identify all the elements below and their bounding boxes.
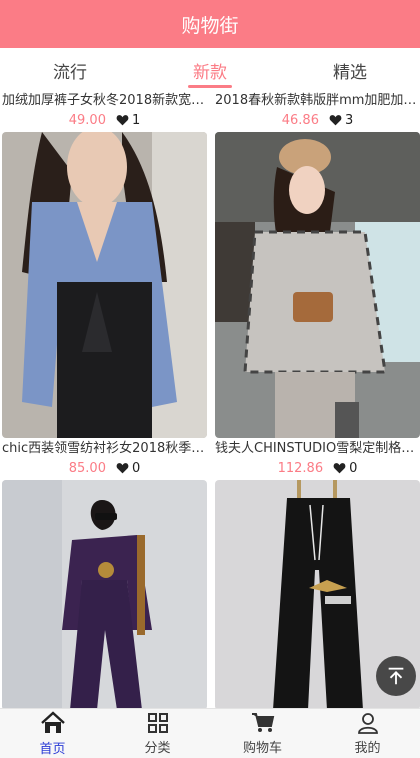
product-card[interactable]: 钱夫人CHINSTUDIO雪梨定制格纹西装套装 112.86 0 <box>215 440 420 478</box>
nav-home[interactable]: 首页 <box>0 709 105 758</box>
product-card[interactable]: 加绒加厚裤子女秋冬2018新款宽松显瘦 49.00 1 <box>2 92 207 130</box>
product-column-left: 加绒加厚裤子女秋冬2018新款宽松显瘦 49.00 1 <box>2 92 207 438</box>
like-count: 1 <box>131 112 141 128</box>
page-title: 购物街 <box>181 14 239 37</box>
like-count: 0 <box>349 460 358 476</box>
product-price: 85.00 <box>68 460 106 476</box>
product-card[interactable]: chic西装领雪纺衬衫女2018秋季新款 85.00 0 <box>2 440 207 478</box>
nav-cart[interactable]: 购物车 <box>210 709 315 758</box>
heart-icon <box>333 463 346 474</box>
tab-label: 新款 <box>193 62 227 83</box>
tab-popular[interactable]: 流行 <box>0 48 140 92</box>
heart-icon <box>116 463 129 474</box>
product-title: 钱夫人CHINSTUDIO雪梨定制格纹西装套装 <box>215 441 420 456</box>
tab-label: 流行 <box>53 62 87 83</box>
home-icon <box>40 710 65 733</box>
product-image[interactable] <box>215 132 420 438</box>
product-column-left-2: chic西装领雪纺衬衫女2018秋季新款 85.00 0 <box>2 440 207 708</box>
product-price: 112.86 <box>277 460 324 476</box>
product-image[interactable] <box>2 132 207 438</box>
nav-profile[interactable]: 我的 <box>315 709 420 758</box>
product-title: 加绒加厚裤子女秋冬2018新款宽松显瘦 <box>2 93 207 108</box>
tab-new[interactable]: 新款 <box>140 48 280 92</box>
product-column-right: 2018春秋新款韩版胖mm加肥加大码 46.86 3 <box>215 92 420 438</box>
product-card[interactable]: 2018春秋新款韩版胖mm加肥加大码 46.86 3 <box>215 92 420 130</box>
heart-icon <box>116 115 129 126</box>
category-icon <box>147 712 168 733</box>
product-title: 2018春秋新款韩版胖mm加肥加大码 <box>215 93 420 108</box>
nav-label: 首页 <box>39 741 66 757</box>
product-price: 49.00 <box>68 112 106 128</box>
cart-icon <box>251 712 274 732</box>
nav-label: 我的 <box>354 740 381 756</box>
product-price: 46.86 <box>281 112 319 128</box>
tab-bar: 流行 新款 精选 <box>0 48 420 92</box>
like-count: 3 <box>344 112 354 128</box>
nav-category[interactable]: 分类 <box>105 709 210 758</box>
profile-icon <box>357 712 378 734</box>
tab-label: 精选 <box>333 62 367 83</box>
arrow-up-icon <box>388 667 404 685</box>
header-bar: 购物街 <box>0 0 420 48</box>
back-to-top-button[interactable] <box>376 656 416 696</box>
tab-selected[interactable]: 精选 <box>280 48 420 92</box>
app-root: 购物街 流行 新款 精选 加绒加厚裤子女秋冬2018新款宽松显瘦 49.00 1 <box>0 0 420 758</box>
heart-icon <box>329 115 342 126</box>
product-title: chic西装领雪纺衬衫女2018秋季新款 <box>2 441 207 456</box>
product-image[interactable] <box>2 480 207 708</box>
product-feed[interactable]: 加绒加厚裤子女秋冬2018新款宽松显瘦 49.00 1 <box>0 92 420 708</box>
bottom-nav: 首页 分类 购物车 我的 <box>0 708 420 758</box>
like-count: 0 <box>131 460 141 476</box>
nav-label: 分类 <box>144 740 171 756</box>
nav-label: 购物车 <box>242 740 282 756</box>
